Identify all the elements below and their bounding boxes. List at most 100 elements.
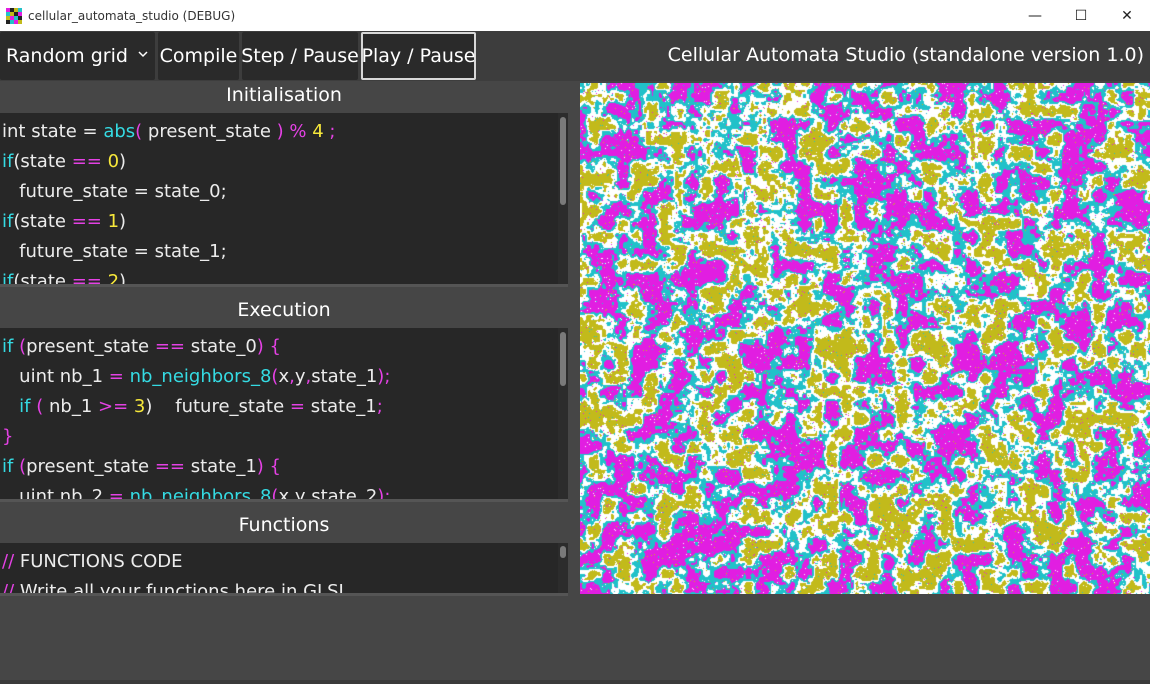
code-line: uint nb_2 = nb_neighbors_8(x,y,state_2); — [0, 482, 568, 502]
code-token: FUNCTIONS CODE — [19, 551, 183, 572]
code-line: // FUNCTIONS CODE — [0, 547, 568, 577]
code-token: == — [71, 211, 108, 232]
app-icon — [6, 7, 22, 24]
play-pause-button[interactable]: Play / Pause — [361, 32, 476, 80]
code-token: >= — [98, 396, 134, 417]
code-token: ; — [329, 121, 336, 142]
functions-header: Functions — [0, 511, 568, 540]
execution-scrollbar[interactable] — [558, 328, 568, 499]
code-token: == — [71, 151, 108, 172]
code-token: // — [2, 551, 20, 572]
window-titlebar: cellular_automata_studio (DEBUG) — ☐ ✕ — [0, 0, 1150, 31]
code-token: ) { — [256, 336, 281, 357]
code-token: if — [2, 396, 37, 417]
code-token: // — [2, 581, 20, 596]
code-token: 0 — [107, 151, 120, 172]
chevron-down-icon — [138, 51, 148, 58]
code-line: future_state = state_1; — [0, 237, 568, 267]
maximize-button[interactable]: ☐ — [1058, 0, 1104, 31]
window-title: cellular_automata_studio (DEBUG) — [28, 8, 236, 23]
code-token: ( — [36, 396, 49, 417]
code-token: x — [278, 366, 290, 387]
toolbar: Random grid Compile Step / Pause Play / … — [0, 31, 1150, 81]
init-mode-value: Random grid — [6, 45, 128, 67]
code-token: == — [154, 336, 191, 357]
code-line: future_state = state_0; — [0, 177, 568, 207]
functions-scrollbar[interactable] — [558, 543, 568, 593]
execution-header: Execution — [0, 296, 568, 325]
code-token: 4 — [312, 121, 330, 142]
code-token: uint nb_1 — [2, 366, 109, 387]
close-button[interactable]: ✕ — [1104, 0, 1150, 31]
minimize-icon: — — [1028, 7, 1042, 24]
init-mode-select[interactable]: Random grid — [0, 32, 155, 80]
code-token: ); — [377, 366, 391, 387]
code-token: present_state — [26, 456, 155, 477]
code-line: if(state == 0) — [0, 147, 568, 177]
code-token: 2 — [107, 271, 120, 287]
code-token: future_state = state_0; — [2, 181, 227, 202]
functions-scroll-thumb[interactable] — [560, 546, 566, 558]
code-line: int state = abs( present_state ) % 4 ; — [0, 117, 568, 147]
code-token: = — [108, 486, 130, 502]
code-line: if (present_state == state_1) { — [0, 452, 568, 482]
compile-button[interactable]: Compile — [158, 32, 239, 80]
code-token: x — [278, 486, 290, 502]
code-token: 1 — [107, 211, 120, 232]
code-token: (state — [13, 151, 72, 172]
execution-editor[interactable]: if (present_state == state_0) { uint nb_… — [0, 328, 568, 502]
minimize-button[interactable]: — — [1012, 0, 1058, 31]
initialisation-scroll-thumb[interactable] — [560, 117, 566, 205]
code-token: ) % — [276, 121, 313, 142]
code-token: } — [2, 426, 14, 447]
execution-scroll-thumb[interactable] — [560, 332, 566, 386]
code-token: uint nb_2 — [2, 486, 109, 502]
code-line: if(state == 1) — [0, 207, 568, 237]
code-token: ) { — [256, 456, 281, 477]
code-token: state_1 — [310, 396, 377, 417]
code-line: if(state == 2) — [0, 267, 568, 287]
code-token: state_0 — [190, 336, 257, 357]
code-token: (state — [13, 211, 72, 232]
code-token: if — [2, 271, 14, 287]
code-token: future_state = state_1; — [2, 241, 227, 262]
code-line: } — [0, 422, 568, 452]
code-token: ) — [119, 151, 127, 172]
code-token: == — [154, 456, 191, 477]
code-token: 3 — [133, 396, 146, 417]
code-token: ); — [377, 486, 391, 502]
code-token: if — [2, 151, 14, 172]
code-token: = — [108, 366, 130, 387]
code-token: abs — [103, 121, 136, 142]
code-line: if (present_state == state_0) { — [0, 332, 568, 362]
code-line: uint nb_1 = nb_neighbors_8(x,y,state_1); — [0, 362, 568, 392]
code-token: y — [294, 486, 306, 502]
code-token: present_state — [26, 336, 155, 357]
code-token: if — [2, 336, 20, 357]
code-token: ; — [376, 396, 383, 417]
app-title: Cellular Automata Studio (standalone ver… — [667, 44, 1144, 66]
code-line: if ( nb_1 >= 3) future_state = state_1; — [0, 392, 568, 422]
close-icon: ✕ — [1121, 7, 1133, 24]
code-token: ) — [119, 271, 127, 287]
maximize-icon: ☐ — [1074, 7, 1088, 24]
code-line: // Write all your functions here in GLSL — [0, 577, 568, 596]
code-token: Write all your functions here in GLSL — [19, 581, 349, 596]
simulation-canvas[interactable] — [580, 83, 1150, 594]
code-token: y — [294, 366, 306, 387]
code-token: if — [2, 211, 14, 232]
code-token: = — [289, 396, 311, 417]
code-token: if — [2, 456, 20, 477]
code-token: nb_neighbors_8 — [129, 366, 272, 387]
code-token: ) — [119, 211, 127, 232]
code-token: nb_neighbors_8 — [129, 486, 272, 502]
initialisation-editor[interactable]: int state = abs( present_state ) % 4 ; if… — [0, 113, 568, 287]
initialisation-scrollbar[interactable] — [558, 113, 568, 284]
step-pause-button[interactable]: Step / Pause — [241, 32, 359, 80]
code-token: ) future_state — [145, 396, 290, 417]
code-token: nb_1 — [48, 396, 98, 417]
initialisation-header: Initialisation — [0, 81, 568, 110]
functions-editor[interactable]: // FUNCTIONS CODE// Write all your funct… — [0, 543, 568, 596]
code-token: int state = — [2, 121, 104, 142]
code-token: state_2 — [311, 486, 378, 502]
